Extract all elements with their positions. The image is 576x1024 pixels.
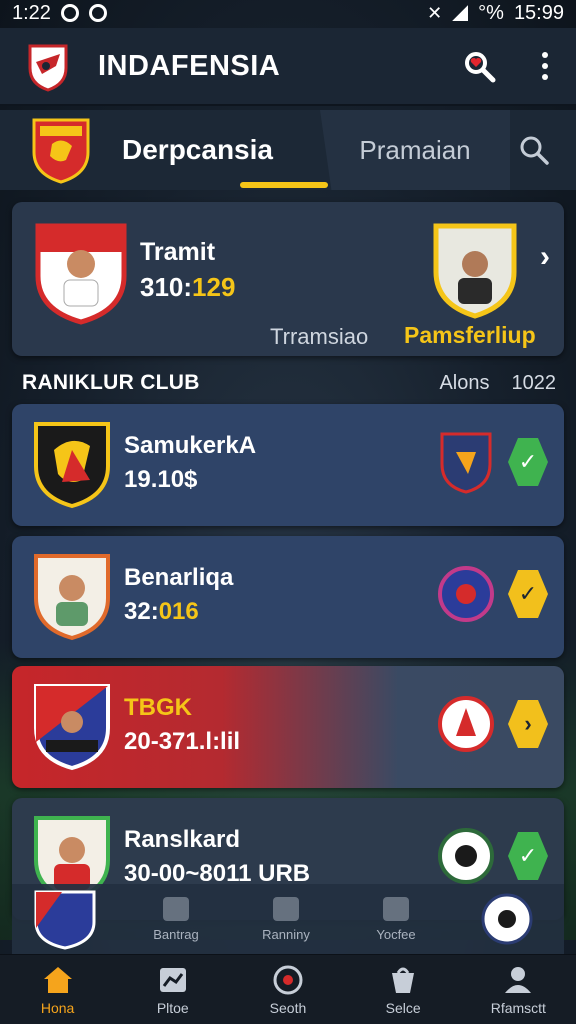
team-crest-icon[interactable]	[30, 116, 92, 184]
chevron-status-icon[interactable]: ›	[508, 700, 548, 748]
match-label-right[interactable]: Pamsferliup	[404, 322, 536, 349]
section-title: RANIKLUR CLUB	[22, 371, 200, 394]
club-row-name: TBGK	[124, 694, 192, 721]
away-team-badge	[433, 223, 517, 319]
nav-seoth[interactable]: Seoth	[238, 964, 338, 1016]
nav-profile-label: Rfamsctt	[490, 999, 546, 1016]
match-score-highlight: 129	[192, 272, 236, 302]
status-clock: 15:99	[513, 1, 564, 24]
mini-nav-sheet: Bantrag Ranniny Yocfee	[12, 884, 564, 954]
club-row-value-text: 30-00~8011 URB	[124, 860, 311, 887]
status-time: 1:22	[12, 1, 51, 24]
club-row-value: 20-371.l:lil	[124, 728, 240, 756]
club-logo-icon	[438, 566, 494, 622]
club-row-name: Ranslkard	[124, 826, 241, 853]
check-status-icon[interactable]: ✓	[508, 832, 548, 880]
club-badge	[34, 554, 110, 641]
club-row-value: 19.10$	[124, 466, 197, 494]
battery-text: °%	[478, 1, 504, 24]
club-badge	[34, 684, 110, 771]
mute-icon: ✕	[427, 2, 443, 23]
club-logo-icon	[440, 432, 492, 494]
mini-nav-item[interactable]: Yocfee	[348, 896, 444, 942]
check-status-icon[interactable]: ✓	[508, 570, 548, 618]
mini-nav-icon	[383, 896, 409, 921]
status-bar: 1:22 ✕ °% 15:99	[0, 0, 576, 26]
club-row-highlighted[interactable]: TBGK 20-371.l:lil ›	[12, 666, 564, 788]
mini-nav-label: Yocfee	[376, 926, 416, 942]
nav-selce-label: Selce	[385, 999, 421, 1016]
shop-icon	[392, 967, 415, 993]
target-icon	[273, 965, 303, 994]
match-score: 310:129	[140, 272, 235, 303]
nav-profile[interactable]: Rfamsctt	[468, 964, 568, 1016]
chart-icon	[159, 967, 186, 992]
tab-pramaian[interactable]: Pramaian	[320, 110, 510, 190]
match-team-name: Tramit	[140, 238, 216, 266]
club-logo-icon	[438, 696, 494, 752]
club-row-value-highlight: 016	[158, 598, 199, 625]
check-status-icon[interactable]: ✓	[508, 438, 548, 486]
chevron-right-icon[interactable]: ›	[540, 240, 550, 274]
club-row-value-text: 19.10$	[124, 466, 198, 493]
bottom-navigation: Hona Pltoe Seoth Selce Rfamsctt	[0, 954, 576, 1024]
notification-icon-2	[88, 4, 107, 22]
mini-nav-item[interactable]: Bantrag	[128, 896, 224, 942]
tab-derpcansia[interactable]: Derpcansia	[122, 110, 328, 190]
app-logo-icon[interactable]	[22, 40, 74, 92]
nav-pltoe-label: Pltoe	[156, 999, 189, 1016]
tab-derpcansia-label: Derpcansia	[122, 134, 273, 165]
mini-nav-item[interactable]: Ranniny	[238, 896, 334, 942]
match-score-prefix: 310:	[140, 272, 193, 302]
club-logo-icon	[481, 893, 533, 945]
search-heart-icon[interactable]	[462, 49, 496, 83]
section-right-a[interactable]: Alons	[439, 372, 489, 395]
nav-home[interactable]: Hona	[8, 964, 108, 1016]
mini-nav-icon	[273, 896, 299, 921]
notification-icon	[60, 4, 79, 22]
club-row-value: 32:016	[124, 598, 199, 626]
club-row[interactable]: SamukerkA 19.10$ ✓	[12, 404, 564, 526]
club-row-value-text: 20-371.l:lil	[124, 728, 241, 755]
club-row-name: SamukerkA	[124, 432, 257, 459]
tab-bar: Derpcansia Pramaian	[0, 110, 576, 190]
profile-icon	[505, 966, 532, 993]
match-label-left: Trramsiao	[270, 324, 369, 349]
club-logo-icon	[438, 828, 494, 884]
club-row-value-text: 32:	[124, 598, 159, 625]
featured-match-card[interactable]: Tramit 310:129 Trramsiao Pamsferliup ›	[12, 202, 564, 356]
mini-nav-label: Bantrag	[153, 926, 199, 942]
section-header: RANIKLUR CLUB Alons 1022	[22, 366, 556, 400]
home-team-badge	[35, 223, 127, 325]
signal-icon	[452, 5, 469, 21]
section-right-b: 1022	[511, 371, 557, 394]
nav-seoth-label: Seoth	[269, 999, 307, 1016]
tab-active-indicator	[240, 182, 328, 188]
nav-selce[interactable]: Selce	[353, 964, 453, 1016]
club-badge	[34, 422, 110, 509]
tab-pramaian-label: Pramaian	[359, 134, 471, 165]
mini-nav-label: Ranniny	[262, 926, 310, 942]
nav-pltoe[interactable]: Pltoe	[123, 964, 223, 1016]
club-row[interactable]: Benarliqa 32:016 ✓	[12, 536, 564, 658]
club-badge	[34, 890, 96, 950]
nav-home-label: Hona	[40, 999, 75, 1016]
app-bar: INDAFENSIA	[0, 28, 576, 106]
club-row-name: Benarliqa	[124, 564, 234, 591]
mini-nav-icon	[163, 896, 189, 921]
home-icon	[43, 966, 72, 993]
more-options-icon[interactable]	[536, 48, 554, 84]
app-title: INDAFENSIA	[98, 49, 281, 82]
search-icon[interactable]	[518, 134, 550, 166]
